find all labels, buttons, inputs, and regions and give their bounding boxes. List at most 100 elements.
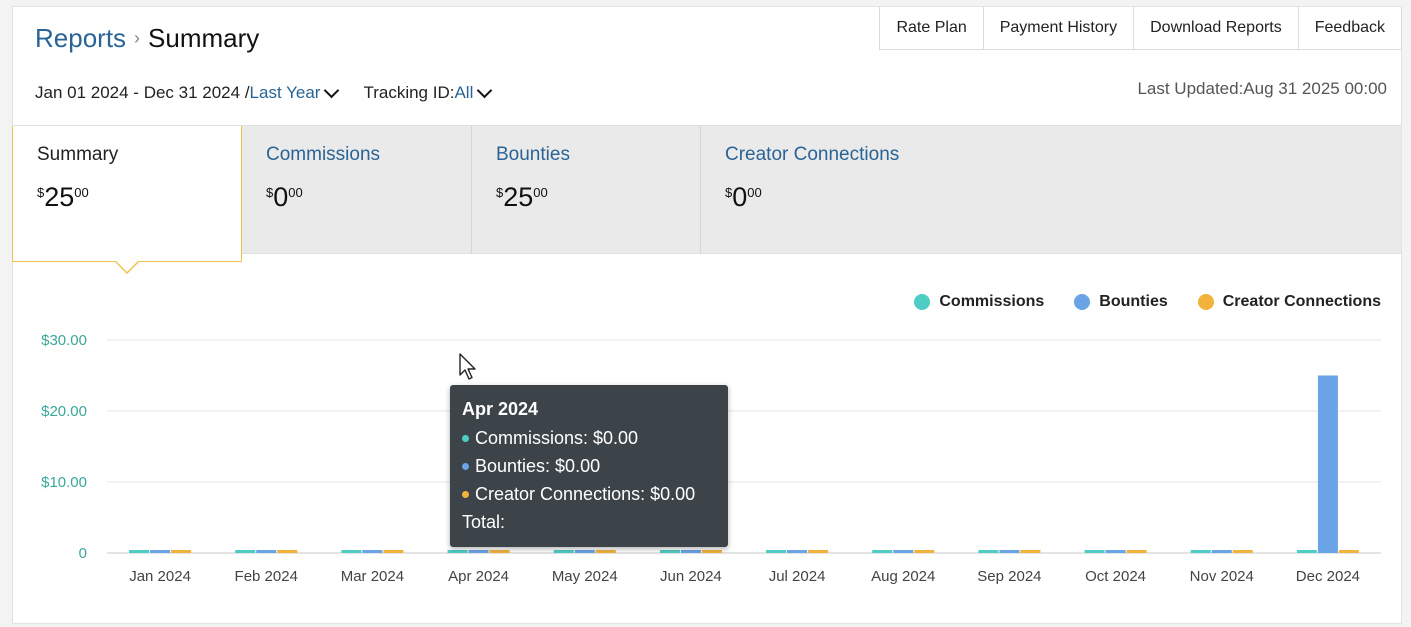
- bar-bounties: [362, 550, 383, 553]
- amount-fraction: 00: [533, 185, 548, 200]
- bar-commissions: [553, 550, 574, 553]
- currency-symbol: $: [496, 185, 504, 200]
- tab-amount: $2500: [496, 184, 677, 211]
- bar-bounties: [256, 550, 277, 553]
- x-tick-label: Jun 2024: [660, 568, 722, 585]
- x-tick-label: Sep 2024: [977, 568, 1041, 585]
- top-button-group: Rate Plan Payment History Download Repor…: [879, 7, 1402, 50]
- x-tick-label: Jul 2024: [769, 568, 826, 585]
- tab-bounties[interactable]: Bounties $2500: [471, 126, 701, 254]
- download-reports-button[interactable]: Download Reports: [1133, 7, 1299, 50]
- bar-bounties: [893, 550, 914, 553]
- x-tick-label: Aug 2024: [871, 568, 935, 585]
- bar-commissions: [1084, 550, 1105, 553]
- tab-creator-connections[interactable]: Creator Connections $000: [700, 126, 960, 254]
- y-tick-label: 0: [79, 545, 87, 562]
- mouse-pointer-icon: [459, 353, 476, 380]
- bar-commissions: [872, 550, 893, 553]
- tab-label: Creator Connections: [725, 144, 900, 165]
- bar-creator-connections: [808, 550, 829, 553]
- breadcrumb-reports-link[interactable]: Reports: [35, 23, 126, 53]
- bar-commissions: [978, 550, 999, 553]
- amount-whole: 0: [273, 182, 289, 212]
- tooltip-row-text: Commissions: $0.00: [475, 428, 639, 448]
- tab-commissions[interactable]: Commissions $000: [242, 126, 472, 254]
- tab-amount: $000: [725, 184, 936, 211]
- chevron-down-icon[interactable]: [324, 82, 340, 99]
- bar-commissions: [235, 550, 256, 553]
- bar-creator-connections: [171, 550, 192, 553]
- active-tab-pointer: [114, 260, 140, 274]
- tracking-id-label: Tracking ID:: [363, 83, 455, 102]
- date-range-text: Jan 01 2024 - Dec 31 2024 /: [35, 83, 250, 102]
- bar-commissions: [341, 550, 362, 553]
- bar-bounties: [468, 550, 489, 553]
- date-preset-dropdown[interactable]: Last Year: [250, 83, 321, 103]
- tooltip-row-creator-connections: Creator Connections: $0.00: [462, 484, 716, 505]
- tooltip-row-bounties: Bounties: $0.00: [462, 456, 716, 477]
- x-tick-label: Nov 2024: [1190, 568, 1254, 585]
- bar-commissions: [129, 550, 150, 553]
- bar-creator-connections: [1338, 550, 1359, 553]
- chevron-down-icon[interactable]: [477, 82, 493, 99]
- bar-commissions: [447, 550, 468, 553]
- bar-bounties: [999, 550, 1020, 553]
- currency-symbol: $: [725, 185, 733, 200]
- bar-creator-connections: [1232, 550, 1253, 553]
- bar-creator-connections: [914, 550, 935, 553]
- date-filter-row: Jan 01 2024 - Dec 31 2024 / Last Year Tr…: [35, 82, 498, 103]
- bar-creator-connections: [1126, 550, 1147, 553]
- breadcrumb: Reports › Summary: [35, 23, 259, 54]
- feedback-button[interactable]: Feedback: [1297, 7, 1402, 50]
- bar-commissions: [1296, 550, 1317, 553]
- x-tick-label: Dec 2024: [1296, 568, 1360, 585]
- amount-fraction: 00: [288, 185, 303, 200]
- bullet-icon: [462, 491, 469, 498]
- tab-amount: $000: [266, 184, 448, 211]
- x-tick-label: Mar 2024: [341, 568, 404, 585]
- currency-symbol: $: [266, 185, 274, 200]
- tooltip-total: Total:: [462, 512, 506, 532]
- bar-commissions: [659, 550, 680, 553]
- bar-bounties: [1105, 550, 1126, 553]
- amount-fraction: 00: [747, 185, 762, 200]
- tracking-id-dropdown[interactable]: All: [454, 83, 473, 103]
- x-tick-label: Oct 2024: [1085, 568, 1146, 585]
- x-tick-label: May 2024: [552, 568, 618, 585]
- bar-creator-connections: [595, 550, 616, 553]
- bar-creator-connections: [1020, 550, 1041, 553]
- bullet-icon: [462, 435, 469, 442]
- bar-bounties: [574, 550, 595, 553]
- bar-bounties: [1317, 375, 1338, 553]
- page-title: Summary: [148, 23, 260, 53]
- rate-plan-button[interactable]: Rate Plan: [879, 7, 984, 50]
- tracking-id-filter: Tracking ID: All: [363, 82, 498, 103]
- amount-whole: 25: [503, 182, 534, 212]
- tab-label: Bounties: [496, 144, 570, 165]
- bar-commissions: [1190, 550, 1211, 553]
- tooltip-row-text: Bounties: $0.00: [475, 456, 601, 476]
- payment-history-button[interactable]: Payment History: [982, 7, 1135, 50]
- x-tick-label: Apr 2024: [448, 568, 509, 585]
- last-updated-text: Last Updated:Aug 31 2025 00:00: [1137, 79, 1387, 98]
- summary-tabs: Summary $2500 Commissions $000 Bounties …: [12, 125, 1401, 274]
- amount-whole: 25: [44, 182, 75, 212]
- bar-commissions: [766, 550, 787, 553]
- x-tick-label: Jan 2024: [129, 568, 191, 585]
- tab-label: Summary: [37, 144, 119, 165]
- tab-label: Commissions: [266, 144, 381, 165]
- tab-summary[interactable]: Summary $2500: [12, 126, 242, 274]
- bullet-icon: [462, 463, 469, 470]
- amount-whole: 0: [732, 182, 748, 212]
- tooltip-title: Apr 2024: [462, 399, 539, 419]
- bar-bounties: [787, 550, 808, 553]
- bar-bounties: [1211, 550, 1232, 553]
- bar-bounties: [680, 550, 701, 553]
- amount-fraction: 00: [74, 185, 89, 200]
- chart-tooltip: Apr 2024 Commissions: $0.00 Bounties: $0…: [450, 385, 728, 547]
- reports-card: Reports › Summary Rate Plan Payment Histor…: [12, 6, 1402, 624]
- y-tick-label: $30.00: [41, 332, 87, 349]
- bar-creator-connections: [277, 550, 298, 553]
- x-tick-label: Feb 2024: [235, 568, 298, 585]
- tooltip-row-commissions: Commissions: $0.00: [462, 428, 716, 449]
